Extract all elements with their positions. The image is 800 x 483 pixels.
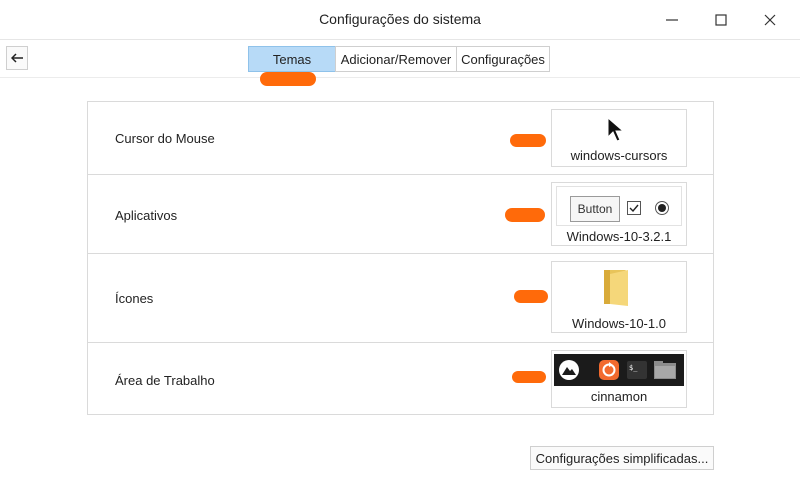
minimize-button[interactable] xyxy=(652,6,692,34)
toolbar: Temas Adicionar/Remover Configurações xyxy=(0,40,800,78)
title-bar: Configurações do sistema xyxy=(0,0,800,40)
theme-row-aplicativos: Aplicativos Button Windows-10-3.2.1 xyxy=(88,175,713,254)
menu-icon xyxy=(557,359,581,381)
theme-value: cinnamon xyxy=(590,389,648,404)
theme-row-label: Cursor do Mouse xyxy=(115,131,215,146)
widgets-preview: Button xyxy=(556,186,682,226)
applications-theme-button[interactable]: Button Windows-10-3.2.1 xyxy=(551,182,687,246)
redaction-mark xyxy=(260,72,316,86)
arrow-left-icon xyxy=(11,53,23,63)
cursor-arrow-icon xyxy=(607,117,625,142)
radio-icon xyxy=(655,201,669,215)
maximize-button[interactable] xyxy=(701,6,741,34)
svg-text:$_: $_ xyxy=(629,364,638,372)
terminal-icon: $_ xyxy=(625,359,649,381)
cursor-theme-button[interactable]: windows-cursors xyxy=(551,109,687,167)
minimize-icon xyxy=(666,19,678,21)
theme-row-label: Ícones xyxy=(115,291,154,306)
theme-row-label: Aplicativos xyxy=(115,208,178,223)
tab-configuracoes[interactable]: Configurações xyxy=(456,46,550,72)
maximize-icon xyxy=(715,14,727,26)
theme-row-area-de-trabalho: Área de Trabalho $_ cinnamon xyxy=(88,343,713,415)
sample-button: Button xyxy=(570,196,620,222)
theme-row-cursor: Cursor do Mouse windows-cursors xyxy=(88,102,713,175)
simplified-settings-button[interactable]: Configurações simplificadas... xyxy=(530,446,714,470)
back-button[interactable] xyxy=(6,46,28,70)
tab-adicionar-remover[interactable]: Adicionar/Remover xyxy=(335,46,457,72)
checkbox-icon xyxy=(627,201,641,215)
close-button[interactable] xyxy=(750,6,790,34)
close-icon xyxy=(764,14,776,26)
tab-bar: Temas Adicionar/Remover Configurações xyxy=(248,46,550,72)
themes-panel: Cursor do Mouse windows-cursors Aplicati… xyxy=(87,101,714,415)
theme-row-label: Área de Trabalho xyxy=(115,373,215,388)
tab-temas[interactable]: Temas xyxy=(248,46,336,72)
update-icon xyxy=(597,359,621,381)
theme-row-icones: Ícones Windows-10-1.0 xyxy=(88,254,713,343)
folder-icon xyxy=(604,270,628,306)
theme-value: Windows-10-3.2.1 xyxy=(566,229,672,244)
theme-value: windows-cursors xyxy=(570,148,668,163)
icons-theme-button[interactable]: Windows-10-1.0 xyxy=(551,261,687,333)
desktop-theme-button[interactable]: $_ cinnamon xyxy=(551,350,687,408)
panel-preview: $_ xyxy=(554,354,684,386)
theme-value: Windows-10-1.0 xyxy=(572,316,666,331)
files-icon xyxy=(653,359,677,381)
